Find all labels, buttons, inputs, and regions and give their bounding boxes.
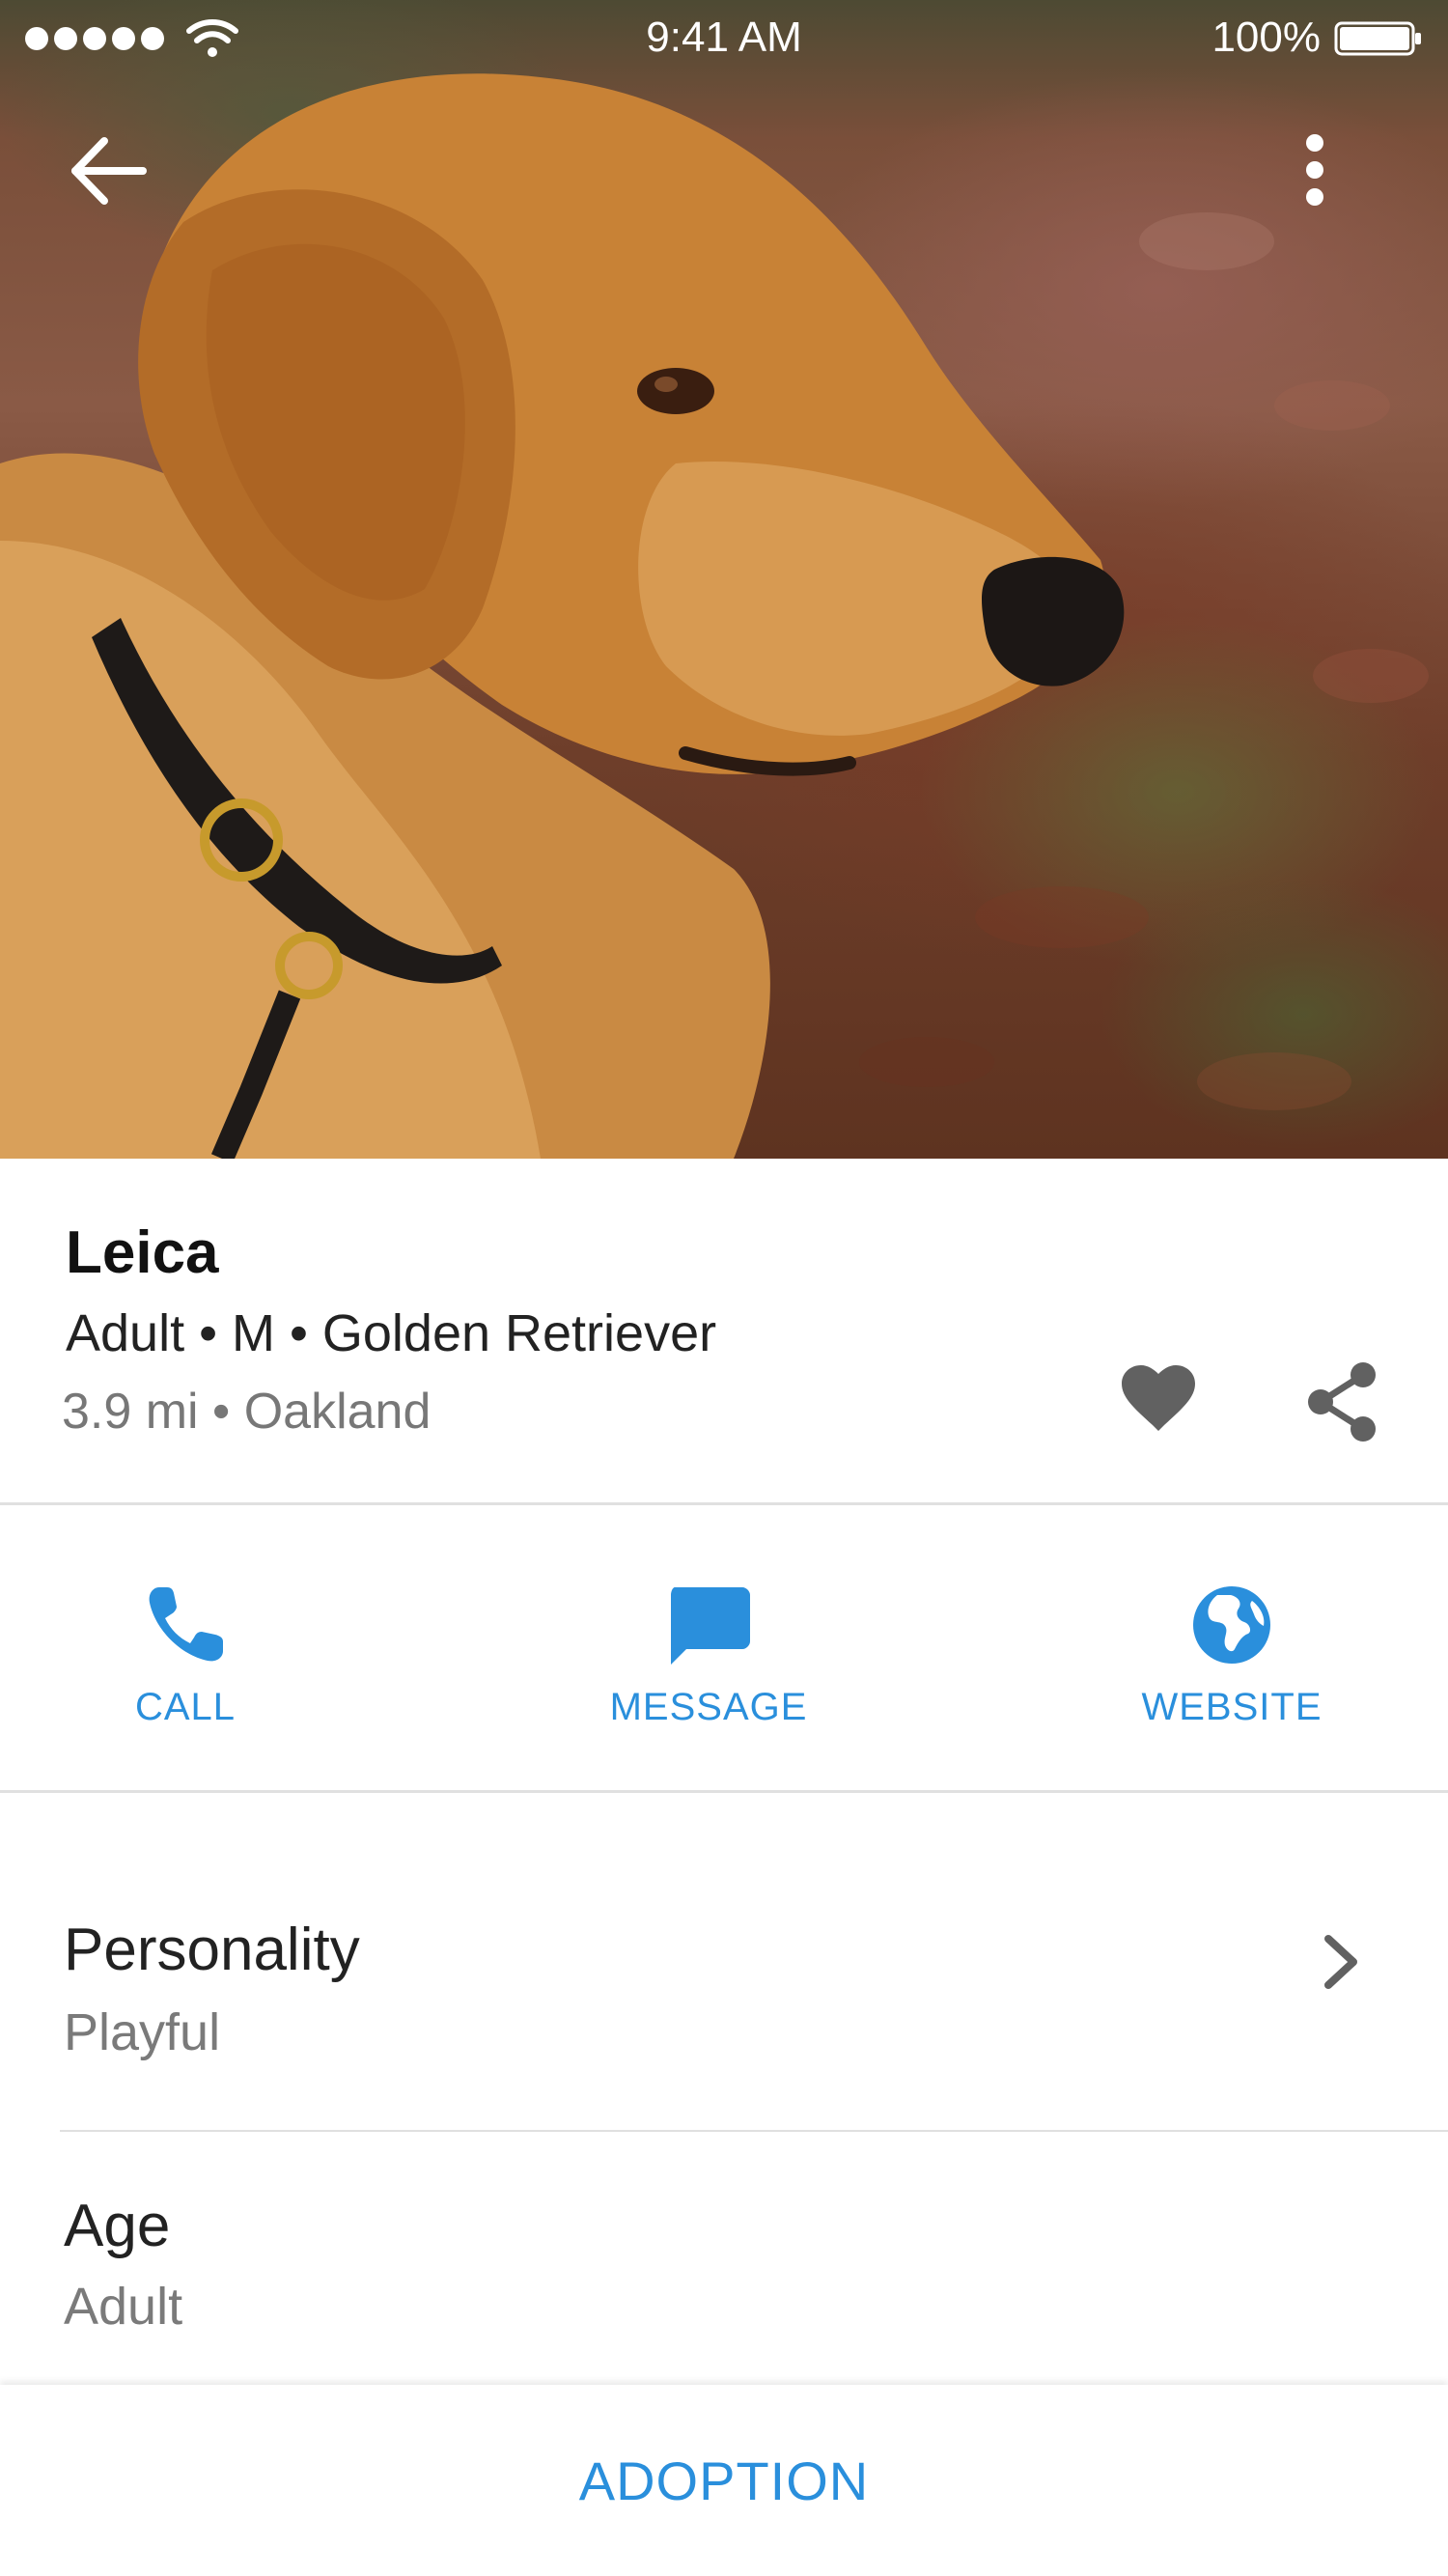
detail-value: Adult (64, 2278, 183, 2336)
message-label: MESSAGE (609, 1686, 808, 1728)
more-options-button[interactable] (1290, 131, 1340, 209)
arrow-back-icon (71, 137, 147, 205)
share-button[interactable] (1303, 1361, 1380, 1442)
row-divider (60, 2130, 1448, 2132)
bottom-bar: ADOPTION (0, 2385, 1448, 2576)
pet-summary: Adult • M • Golden Retriever (66, 1304, 717, 1362)
detail-row-personality[interactable]: Personality Playful (0, 1873, 1448, 2132)
pet-photo (0, 0, 1448, 1159)
contact-actions: CALL MESSAGE WEBSITE (0, 1506, 1448, 1792)
detail-title: Personality (64, 1917, 360, 1983)
divider (0, 1502, 1448, 1505)
detail-row-age[interactable]: Age Adult (0, 2134, 1448, 2383)
share-icon (1308, 1362, 1376, 1442)
back-button[interactable] (66, 133, 149, 209)
pet-info: Leica Adult • M • Golden Retriever 3.9 m… (0, 1159, 1448, 1502)
battery-icon (1334, 21, 1421, 56)
status-bar: 9:41 AM 100% (0, 0, 1448, 77)
detail-value: Playful (64, 2003, 221, 2061)
pet-location: 3.9 mi • Oakland (62, 1384, 432, 1440)
pet-name: Leica (66, 1219, 219, 1286)
dog-illustration (0, 73, 1429, 1159)
adoption-button[interactable]: ADOPTION (0, 2385, 1448, 2576)
website-label: WEBSITE (1141, 1686, 1323, 1728)
website-button[interactable]: WEBSITE (1106, 1582, 1357, 1729)
more-vert-icon (1306, 134, 1323, 206)
message-button[interactable]: MESSAGE (583, 1582, 834, 1729)
message-icon (671, 1587, 750, 1665)
globe-icon (1193, 1586, 1270, 1664)
favorite-button[interactable] (1120, 1361, 1197, 1439)
heart-icon (1122, 1365, 1195, 1431)
phone-icon (149, 1587, 223, 1662)
chevron-right-icon (1324, 1935, 1357, 1989)
call-label: CALL (134, 1686, 237, 1728)
battery-percent: 100% (1211, 14, 1321, 61)
call-button[interactable]: CALL (60, 1582, 311, 1729)
divider (0, 1790, 1448, 1793)
detail-title: Age (64, 2193, 171, 2259)
